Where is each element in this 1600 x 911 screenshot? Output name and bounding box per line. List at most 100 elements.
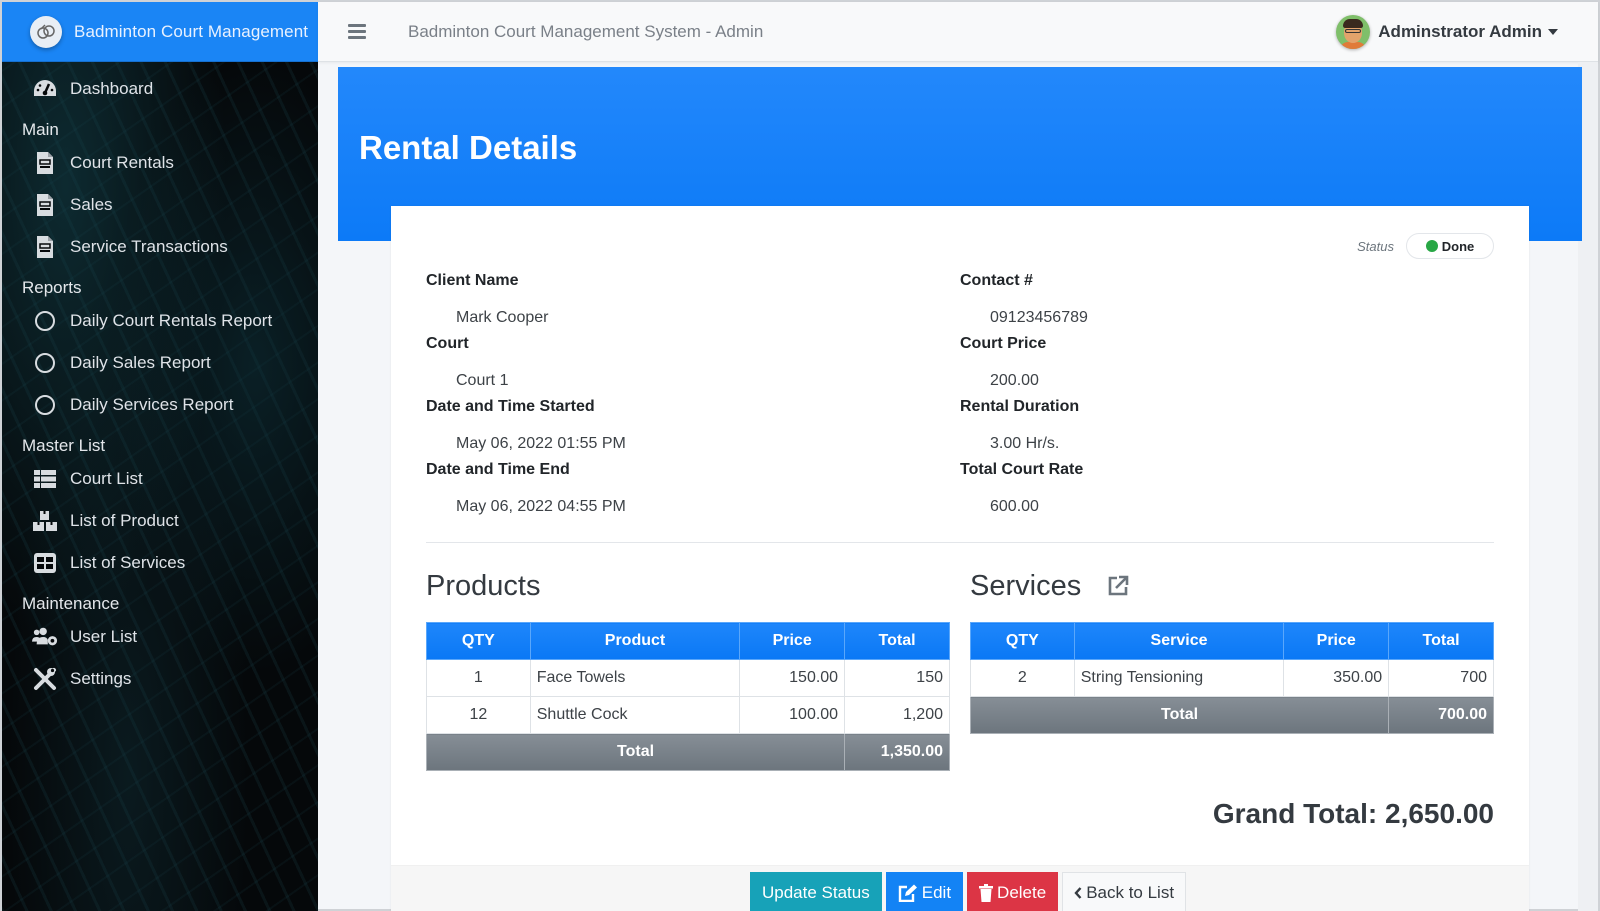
user-menu-dropdown[interactable]: Adminstrator Admin: [1336, 14, 1558, 49]
page-title: Rental Details: [359, 129, 578, 166]
circle-icon: [32, 308, 58, 334]
services-total-row: Total 700.00: [969, 696, 1494, 734]
price-cell: 100.00: [739, 696, 846, 734]
total-cell: 700: [1388, 659, 1494, 697]
services-section: Services QTY Service Price Total 2 Strin…: [969, 566, 1494, 734]
sidebar-item-list-of-product[interactable]: List of Product: [2, 500, 318, 542]
sidebar-item-label: Daily Services Report: [70, 395, 234, 414]
court-price-label: Court Price: [960, 335, 1047, 352]
table-header-row: QTY Product Price Total: [426, 622, 950, 660]
total-value: 1,350.00: [844, 733, 950, 771]
table-list-icon: [32, 466, 58, 492]
delete-button[interactable]: Delete: [967, 872, 1059, 911]
sidebar-item-settings[interactable]: Settings: [2, 658, 318, 700]
total-label: Total: [969, 696, 1390, 734]
sidebar-item-label: Sales: [70, 195, 113, 214]
sidebar-item-sales[interactable]: Sales: [2, 184, 318, 226]
details-right-column: Contact # 09123456789 Court Price 200.00…: [960, 268, 1494, 520]
circle-icon: [32, 350, 58, 376]
table-row: 2 String Tensioning 350.00 700: [970, 659, 1494, 697]
column-header: Total: [844, 622, 950, 660]
sidebar-item-dashboard[interactable]: Dashboard: [2, 68, 318, 110]
rental-details-card: Status Done Client Name Mark Cooper Cour…: [391, 206, 1529, 911]
sidebar-item-list-of-services[interactable]: List of Services: [2, 542, 318, 584]
price-cell: 150.00: [739, 659, 846, 697]
sidebar-item-label: Service Transactions: [70, 237, 228, 256]
nav-header-maintenance: Maintenance: [22, 594, 120, 613]
brand-name: Badminton Court Management: [74, 21, 309, 41]
tachometer-icon: [32, 76, 58, 102]
sidebar-item-user-list[interactable]: User List: [2, 616, 318, 658]
tools-icon: [32, 666, 58, 692]
column-header: Price: [1283, 622, 1390, 660]
table-row: 1 Face Towels 150.00 150: [426, 659, 950, 697]
column-header: QTY: [426, 622, 531, 660]
sidebar-item-daily-court-rentals-report[interactable]: Daily Court Rentals Report: [2, 300, 318, 342]
column-header: Service: [1073, 622, 1285, 660]
sidebar-item-label: List of Product: [70, 511, 179, 530]
status-badge: Done: [1406, 233, 1494, 259]
edit-icon: [898, 884, 918, 902]
sidebar-item-service-transactions[interactable]: Service Transactions: [2, 226, 318, 268]
sidebar-item-label: Court Rentals: [70, 153, 174, 172]
date-started-label: Date and Time Started: [426, 398, 595, 415]
update-status-button[interactable]: Update Status: [750, 872, 882, 911]
nav-header-reports: Reports: [22, 278, 82, 297]
sidebar-item-daily-services-report[interactable]: Daily Services Report: [2, 384, 318, 426]
edit-label: Edit: [921, 882, 952, 902]
contact-label: Contact #: [960, 272, 1033, 289]
brand-link[interactable]: Badminton Court Management: [2, 2, 318, 62]
date-end-label: Date and Time End: [426, 461, 570, 478]
divider: [426, 542, 1494, 543]
column-header: Price: [739, 622, 846, 660]
total-cell: 1,200: [844, 696, 950, 734]
service-cell: String Tensioning: [1073, 659, 1285, 697]
date-started-value: May 06, 2022 01:55 PM: [456, 435, 626, 452]
rental-duration-label: Rental Duration: [960, 398, 1080, 415]
status-label: Status: [1357, 238, 1394, 254]
grand-total: Grand Total: 2,650.00: [1212, 798, 1494, 829]
products-title: Products: [426, 569, 541, 602]
court-label: Court: [426, 335, 469, 352]
external-link-icon[interactable]: [1107, 575, 1129, 597]
circle-icon: [32, 392, 58, 418]
column-header: Total: [1388, 622, 1494, 660]
sidebar-item-label: User List: [70, 627, 138, 646]
sidebar-nav: Dashboard Main Court Rentals Sales Servi…: [2, 62, 318, 700]
system-title: Badminton Court Management System - Admi…: [408, 21, 764, 41]
back-to-list-label: Back to List: [1086, 882, 1175, 902]
sidebar-item-label: Court List: [70, 469, 143, 488]
table-header-row: QTY Service Price Total: [970, 622, 1494, 660]
qty-cell: 2: [970, 659, 1075, 697]
column-header: Product: [529, 622, 741, 660]
nav-header-main: Main: [22, 120, 59, 139]
edit-button[interactable]: Edit: [885, 872, 964, 911]
qty-cell: 12: [426, 696, 531, 734]
delete-label: Delete: [997, 882, 1047, 902]
total-cell: 150: [844, 659, 950, 697]
file-invoice-icon: [32, 150, 58, 176]
price-cell: 350.00: [1283, 659, 1390, 697]
products-table: QTY Product Price Total 1 Face Towels 15…: [425, 622, 950, 771]
sidebar-item-label: Dashboard: [70, 79, 154, 98]
file-invoice-icon: [32, 192, 58, 218]
back-to-list-button[interactable]: Back to List: [1062, 872, 1187, 911]
sidebar: Badminton Court Management Dashboard Mai…: [2, 2, 318, 911]
court-price-value: 200.00: [990, 372, 1039, 389]
table-row: 12 Shuttle Cock 100.00 1,200: [426, 696, 950, 734]
rental-details: Client Name Mark Cooper Court Court 1 Da…: [426, 268, 1494, 520]
caret-down-icon: [1548, 28, 1558, 35]
status-section: Status Done: [1357, 233, 1494, 259]
avatar: [1336, 14, 1371, 49]
sidebar-item-label: Daily Court Rentals Report: [70, 311, 273, 330]
sidebar-item-court-list[interactable]: Court List: [2, 458, 318, 500]
sidebar-item-daily-sales-report[interactable]: Daily Sales Report: [2, 342, 318, 384]
trash-icon: [979, 883, 994, 902]
details-left-column: Client Name Mark Cooper Court Court 1 Da…: [426, 268, 960, 520]
chevron-left-icon: [1074, 886, 1082, 899]
menu-toggle-icon[interactable]: [348, 21, 366, 43]
qty-cell: 1: [426, 659, 531, 697]
sidebar-item-label: Settings: [70, 669, 132, 688]
sidebar-item-court-rentals[interactable]: Court Rentals: [2, 142, 318, 184]
total-label: Total: [425, 733, 846, 771]
